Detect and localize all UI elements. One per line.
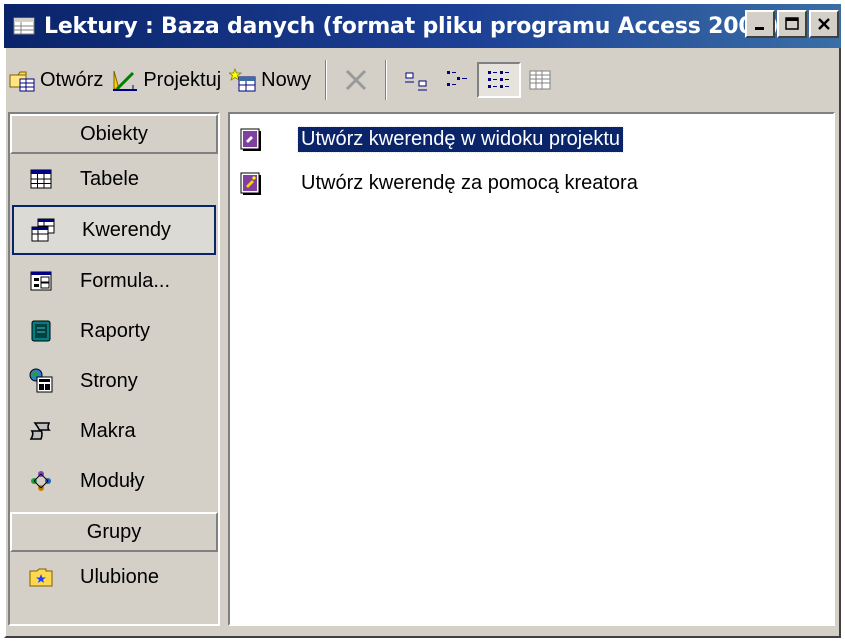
list-view-icon: [488, 71, 510, 88]
list-item-create-query-design[interactable]: Utwórz kwerendę w widoku projektu: [238, 124, 625, 154]
design-button-label: Projektuj: [143, 68, 222, 91]
module-icon: [28, 468, 54, 494]
open-button[interactable]: Otwórz: [4, 62, 107, 98]
toolbar-separator: [385, 60, 388, 100]
new-button-label: Nowy: [261, 68, 312, 91]
close-icon: [818, 18, 830, 30]
sidebar-item-label: Tabele: [80, 167, 139, 190]
list-view-button[interactable]: [477, 62, 522, 98]
list-item-label: Utwórz kwerendę za pomocą kreatora: [301, 171, 638, 194]
delete-button[interactable]: [337, 62, 375, 98]
sidebar-group-favorites[interactable]: Ulubione: [10, 552, 218, 602]
table-icon: [28, 166, 54, 192]
query-icon: [30, 217, 56, 243]
open-button-label: Otwórz: [40, 68, 104, 91]
favorites-folder-icon: [28, 564, 54, 590]
new-button[interactable]: Nowy: [225, 62, 315, 98]
new-icon: [229, 67, 256, 92]
sidebar-item-pages[interactable]: Strony: [10, 356, 218, 406]
window-title: Lektury : Baza danych (format pliku prog…: [44, 13, 779, 39]
sidebar-item-forms[interactable]: Formula...: [10, 256, 218, 306]
query-wizard-shortcut-icon: [238, 170, 264, 196]
details-view-icon: [529, 70, 551, 90]
sidebar-item-label: Kwerendy: [82, 218, 171, 241]
report-icon: [28, 318, 54, 344]
close-button[interactable]: [809, 10, 839, 38]
sidebar-item-tables[interactable]: Tabele: [10, 154, 218, 204]
macro-icon: [28, 418, 54, 444]
small-icons-icon: [447, 71, 468, 86]
sidebar-item-label: Makra: [80, 419, 136, 442]
small-icons-button[interactable]: [437, 62, 477, 98]
sidebar-item-label: Raporty: [80, 319, 151, 342]
list-item-label: Utwórz kwerendę w widoku projektu: [296, 125, 625, 153]
toolbar: Otwórz Projektuj Nowy: [4, 52, 841, 108]
delete-icon: [346, 69, 367, 91]
objects-group-header[interactable]: Obiekty: [10, 114, 218, 154]
title-bar[interactable]: Lektury : Baza danych (format pliku prog…: [4, 4, 841, 48]
object-list-pane: Utwórz kwerendę w widoku projektu Utwórz…: [228, 112, 835, 626]
list-item-create-query-wizard[interactable]: Utwórz kwerendę za pomocą kreatora: [238, 168, 641, 198]
maximize-icon: [785, 17, 799, 30]
minimize-icon: [755, 27, 764, 30]
objects-bar: Obiekty Tabele Kwerendy Formula... Rapor…: [8, 112, 220, 626]
maximize-button[interactable]: [777, 10, 807, 38]
open-icon: [9, 71, 35, 92]
form-icon: [28, 268, 54, 294]
sidebar-item-reports[interactable]: Raporty: [10, 306, 218, 356]
caption-buttons: [745, 10, 839, 38]
sidebar-item-label: Moduły: [80, 469, 145, 492]
details-view-button[interactable]: [521, 62, 561, 98]
sidebar-group-label: Ulubione: [80, 565, 159, 588]
sidebar-item-label: Strony: [80, 369, 138, 392]
design-button[interactable]: Projektuj: [107, 62, 225, 98]
large-icons-button[interactable]: [397, 62, 437, 98]
database-window-icon[interactable]: [12, 16, 36, 36]
page-icon: [28, 368, 54, 394]
sidebar-item-modules[interactable]: Moduły: [10, 456, 218, 506]
minimize-button[interactable]: [745, 10, 775, 38]
toolbar-separator: [325, 60, 328, 100]
query-design-shortcut-icon: [238, 126, 264, 152]
groups-header[interactable]: Grupy: [10, 512, 218, 552]
design-icon: [113, 70, 138, 91]
sidebar-item-queries[interactable]: Kwerendy: [12, 205, 216, 255]
sidebar-item-label: Formula...: [80, 269, 171, 292]
large-icons-icon: [405, 72, 428, 91]
sidebar-item-macros[interactable]: Makra: [10, 406, 218, 456]
